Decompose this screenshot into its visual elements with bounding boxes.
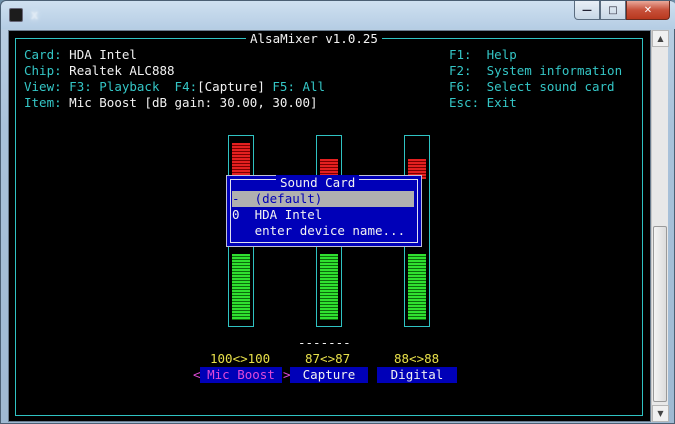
- view-f3-playback[interactable]: F3: Playback: [69, 79, 159, 94]
- channel-mic-boost[interactable]: Mic Boost: [200, 367, 282, 383]
- sound-card-option-default[interactable]: - (default): [232, 191, 414, 207]
- close-button[interactable]: ✕: [626, 1, 670, 20]
- digital-level-green: [408, 254, 426, 320]
- sound-card-dialog-title: Sound Card: [276, 175, 360, 191]
- chip-line: Chip: Realtek ALC888: [24, 63, 175, 79]
- capture-level-green: [320, 254, 338, 320]
- sound-card-option-enter-device[interactable]: enter device name...: [232, 223, 414, 239]
- title-bar[interactable]: x — □ ✕: [1, 1, 675, 29]
- item-line: Item: Mic Boost [dB gain: 30.00, 30.00]: [24, 95, 318, 111]
- view-line: View: F3: Playback F4:[Capture] F5: All: [24, 79, 325, 95]
- view-f4-key: F4:: [174, 79, 198, 94]
- mic-boost-level-green: [232, 254, 250, 320]
- view-f4-capture[interactable]: [Capture]: [197, 79, 265, 94]
- digital-volume-value: 88<>88: [394, 351, 440, 366]
- caption-buttons: — □ ✕: [574, 1, 670, 21]
- help-esc: Esc: Exit: [449, 95, 517, 110]
- console-app-icon: [9, 8, 23, 22]
- view-f5-all[interactable]: F5: All: [272, 79, 325, 94]
- sound-card-option-hda-intel[interactable]: 0 HDA Intel: [232, 207, 414, 223]
- alsamixer-title: AlsaMixer v1.0.25: [246, 31, 382, 47]
- mic-boost-volume-value: 100<>100: [210, 351, 271, 366]
- item-label: Item:: [24, 95, 62, 110]
- mic-boost-level-red: [232, 143, 250, 179]
- maximize-button[interactable]: □: [600, 1, 626, 20]
- view-label: View:: [24, 79, 62, 94]
- scroll-thumb[interactable]: [653, 226, 667, 402]
- chip-value: Realtek ALC888: [69, 63, 175, 78]
- minimize-button[interactable]: —: [574, 1, 600, 20]
- card-line: Card: HDA Intel: [24, 47, 137, 63]
- channel-dashes: -------: [298, 335, 351, 350]
- scroll-down-arrow-icon[interactable]: ▼: [652, 405, 669, 422]
- window-title: x: [31, 8, 39, 22]
- help-f6: F6: Select sound card: [449, 79, 615, 94]
- chip-label: Chip:: [24, 63, 62, 78]
- capture-volume-value: 87<>87: [305, 351, 351, 366]
- card-label: Card:: [24, 47, 62, 62]
- card-value: HDA Intel: [69, 47, 137, 62]
- scroll-up-arrow-icon[interactable]: ▲: [652, 30, 669, 47]
- channel-digital[interactable]: Digital: [377, 367, 457, 383]
- sound-card-dialog: Sound Card - (default) 0 HDA Intel enter…: [226, 175, 422, 247]
- vertical-scrollbar[interactable]: ▲ ▼: [651, 30, 669, 422]
- channel-capture[interactable]: Capture: [290, 367, 368, 383]
- help-f2: F2: System information: [449, 63, 623, 78]
- help-f1: F1: Help: [449, 47, 517, 62]
- item-value: Mic Boost [dB gain: 30.00, 30.00]: [69, 95, 318, 110]
